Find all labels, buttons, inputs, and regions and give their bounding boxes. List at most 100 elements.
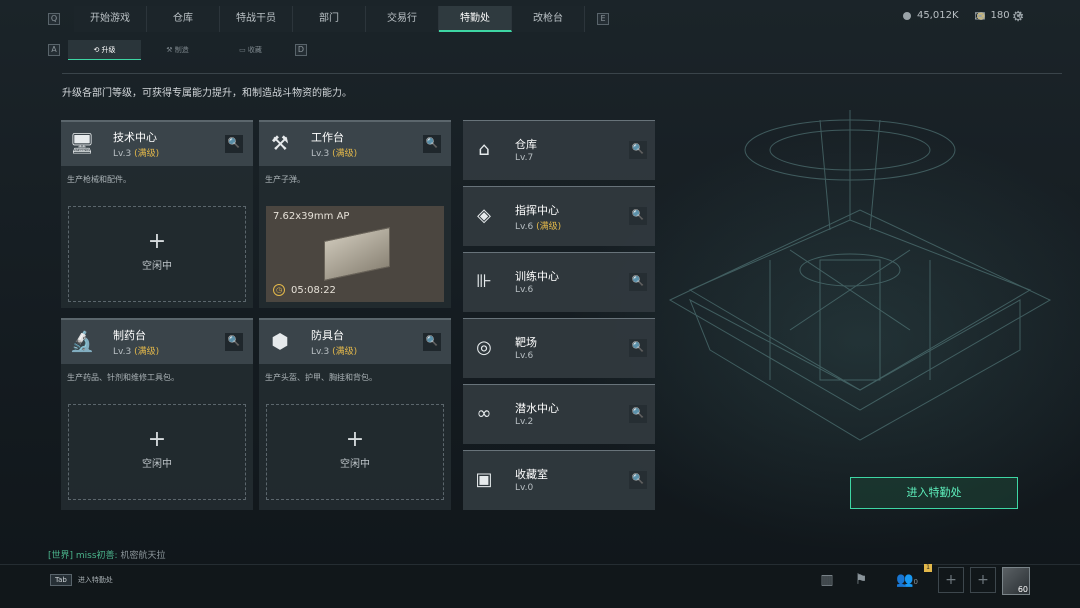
card-title: 技术中心: [113, 131, 157, 144]
facility-shooting-range[interactable]: ◎ 靶场 Lv.6 🔍: [463, 318, 655, 378]
workshop-card-pharmacy[interactable]: 🔬 制药台 Lv.3 (满级) 🔍 生产药品、针剂和维修工具包。 + 空闲中: [61, 318, 253, 510]
plus-icon: +: [147, 229, 167, 254]
tab-gunsmith[interactable]: 改枪台: [512, 6, 585, 32]
avatar-level: 60: [1017, 585, 1028, 594]
subtab-craft[interactable]: ⚒ 制造: [141, 40, 214, 60]
idle-label: 空闲中: [340, 459, 370, 470]
facility-title: 训练中心: [515, 270, 559, 283]
flag-icon[interactable]: ⚑: [850, 569, 872, 591]
plus-icon: +: [147, 427, 167, 452]
enter-special-ops-button[interactable]: 进入特勤处: [850, 477, 1018, 509]
stats-icon[interactable]: ▥: [816, 569, 838, 591]
silver-coin-icon: [902, 11, 911, 20]
card-header: ⬢ 防具台 Lv.3 (满级) 🔍: [259, 320, 451, 364]
search-icon[interactable]: 🔍: [629, 405, 647, 423]
silver-amount: 45,012K: [916, 10, 959, 21]
facility-training-center[interactable]: ⊪ 训练中心 Lv.6 🔍: [463, 252, 655, 312]
workshop-card-armor-bench[interactable]: ⬢ 防具台 Lv.3 (满级) 🔍 生产头盔、护甲、胸挂和背包。 + 空闲中: [259, 318, 451, 510]
gear-icon[interactable]: ⚙: [1010, 10, 1026, 24]
plus-icon: +: [345, 427, 365, 452]
tab-operators[interactable]: 特战干员: [220, 6, 293, 32]
sub-nav: A ⟲ 升级 ⚒ 制造 ▭ 收藏 D: [48, 40, 315, 60]
facility-collection-room[interactable]: ▣ 收藏室 Lv.0 🔍: [463, 450, 655, 510]
idle-label: 空闲中: [142, 261, 172, 272]
search-icon[interactable]: 🔍: [629, 207, 647, 225]
base-illustration: [668, 110, 1052, 441]
chat-user: miss初善:: [75, 551, 118, 561]
warehouse-icon: ⌂: [478, 139, 490, 160]
avatar[interactable]: 60: [1002, 567, 1030, 595]
search-icon[interactable]: 🔍: [423, 333, 441, 351]
add-slot-button[interactable]: +: [970, 567, 996, 593]
key-hint-d: D: [295, 44, 307, 56]
facility-level: Lv.6: [515, 351, 534, 361]
top-tabs: 开始游戏 仓库 特战干员 部门 交易行 特勤处 改枪台: [74, 6, 585, 32]
facility-warehouse[interactable]: ⌂ 仓库 Lv.7 🔍: [463, 120, 655, 180]
target-icon: ◎: [476, 337, 492, 358]
add-slot-button[interactable]: +: [938, 567, 964, 593]
computer-icon: 🖥: [69, 131, 95, 155]
facility-command-center[interactable]: ◈ 指挥中心 Lv.6 (满级) 🔍: [463, 186, 655, 246]
workshop-card-workbench[interactable]: ⚒ 工作台 Lv.3 (满级) 🔍 生产子弹。 7.62x39mm AP ◷ 0…: [259, 120, 451, 308]
idle-slot[interactable]: + 空闲中: [68, 404, 246, 500]
divider: [62, 73, 1062, 74]
tab-key-hint[interactable]: Tab 进入特勤处: [50, 571, 113, 589]
facility-level: Lv.6 (满级): [515, 222, 562, 232]
facility-level: Lv.0: [515, 483, 534, 493]
top-nav: Q 开始游戏 仓库 特战干员 部门 交易行 特勤处 改枪台 E: [48, 6, 609, 32]
notification-badge: 1: [924, 564, 932, 572]
card-level: Lv.3 (满级): [311, 347, 358, 357]
production-slot[interactable]: 7.62x39mm AP ◷ 05:08:22: [266, 206, 444, 302]
card-header: ⚒ 工作台 Lv.3 (满级) 🔍: [259, 122, 451, 166]
idle-label: 空闲中: [142, 459, 172, 470]
key-hint-a: A: [48, 44, 60, 56]
facility-title: 靶场: [515, 336, 537, 349]
gold-amount: 180: [990, 10, 1010, 21]
chat-channel: [世界]: [48, 551, 74, 561]
search-icon[interactable]: 🔍: [629, 273, 647, 291]
tab-warehouse[interactable]: 仓库: [147, 6, 220, 32]
search-icon[interactable]: 🔍: [629, 141, 647, 159]
search-icon[interactable]: 🔍: [225, 135, 243, 153]
tab-departments[interactable]: 部门: [293, 6, 366, 32]
page-description: 升级各部门等级，可获得专属能力提升，和制造战斗物资的能力。: [62, 88, 352, 99]
card-level: Lv.3 (满级): [113, 149, 160, 159]
search-icon[interactable]: 🔍: [629, 471, 647, 489]
key-hint-q: Q: [48, 13, 60, 25]
card-description: 生产药品、针剂和维修工具包。: [67, 373, 179, 382]
facility-title: 潜水中心: [515, 402, 559, 415]
key-hint-e: E: [597, 13, 609, 25]
facility-level: Lv.7: [515, 153, 534, 163]
facility-diving-center[interactable]: ∞ 潜水中心 Lv.2 🔍: [463, 384, 655, 444]
card-level: Lv.3 (满级): [311, 149, 358, 159]
search-icon[interactable]: 🔍: [225, 333, 243, 351]
dumbbell-icon: ⊪: [476, 271, 492, 292]
tab-special-ops[interactable]: 特勤处: [439, 6, 512, 32]
idle-slot[interactable]: + 空闲中: [266, 404, 444, 500]
tools-icon: ⚒: [271, 131, 289, 155]
friends-icon[interactable]: 👥0: [894, 569, 920, 591]
facility-title: 仓库: [515, 138, 537, 151]
microscope-icon: 🔬: [69, 329, 95, 353]
subtab-collection[interactable]: ▭ 收藏: [214, 40, 287, 60]
chat-line[interactable]: [世界] miss初善: 机密航天拉: [48, 548, 165, 561]
facility-title: 指挥中心: [515, 204, 559, 217]
tab-hint-label: 进入特勤处: [77, 576, 113, 584]
facility-title: 收藏室: [515, 468, 548, 481]
goggles-icon: ∞: [476, 403, 492, 424]
card-title: 防具台: [311, 329, 344, 342]
card-level: Lv.3 (满级): [113, 347, 160, 357]
mail-icon[interactable]: ✉: [972, 10, 988, 24]
subtab-upgrade[interactable]: ⟲ 升级: [68, 40, 141, 60]
ammo-box-image: [324, 226, 390, 282]
facility-level: Lv.2: [515, 417, 534, 427]
tab-start-game[interactable]: 开始游戏: [74, 6, 147, 32]
clock-icon: ◷: [273, 284, 285, 296]
tab-trading[interactable]: 交易行: [366, 6, 439, 32]
card-description: 生产子弹。: [265, 175, 305, 184]
search-icon[interactable]: 🔍: [423, 135, 441, 153]
production-timer: ◷ 05:08:22: [273, 284, 336, 296]
workshop-card-tech-center[interactable]: 🖥 技术中心 Lv.3 (满级) 🔍 生产枪械和配件。 + 空闲中: [61, 120, 253, 308]
search-icon[interactable]: 🔍: [629, 339, 647, 357]
idle-slot[interactable]: + 空闲中: [68, 206, 246, 302]
